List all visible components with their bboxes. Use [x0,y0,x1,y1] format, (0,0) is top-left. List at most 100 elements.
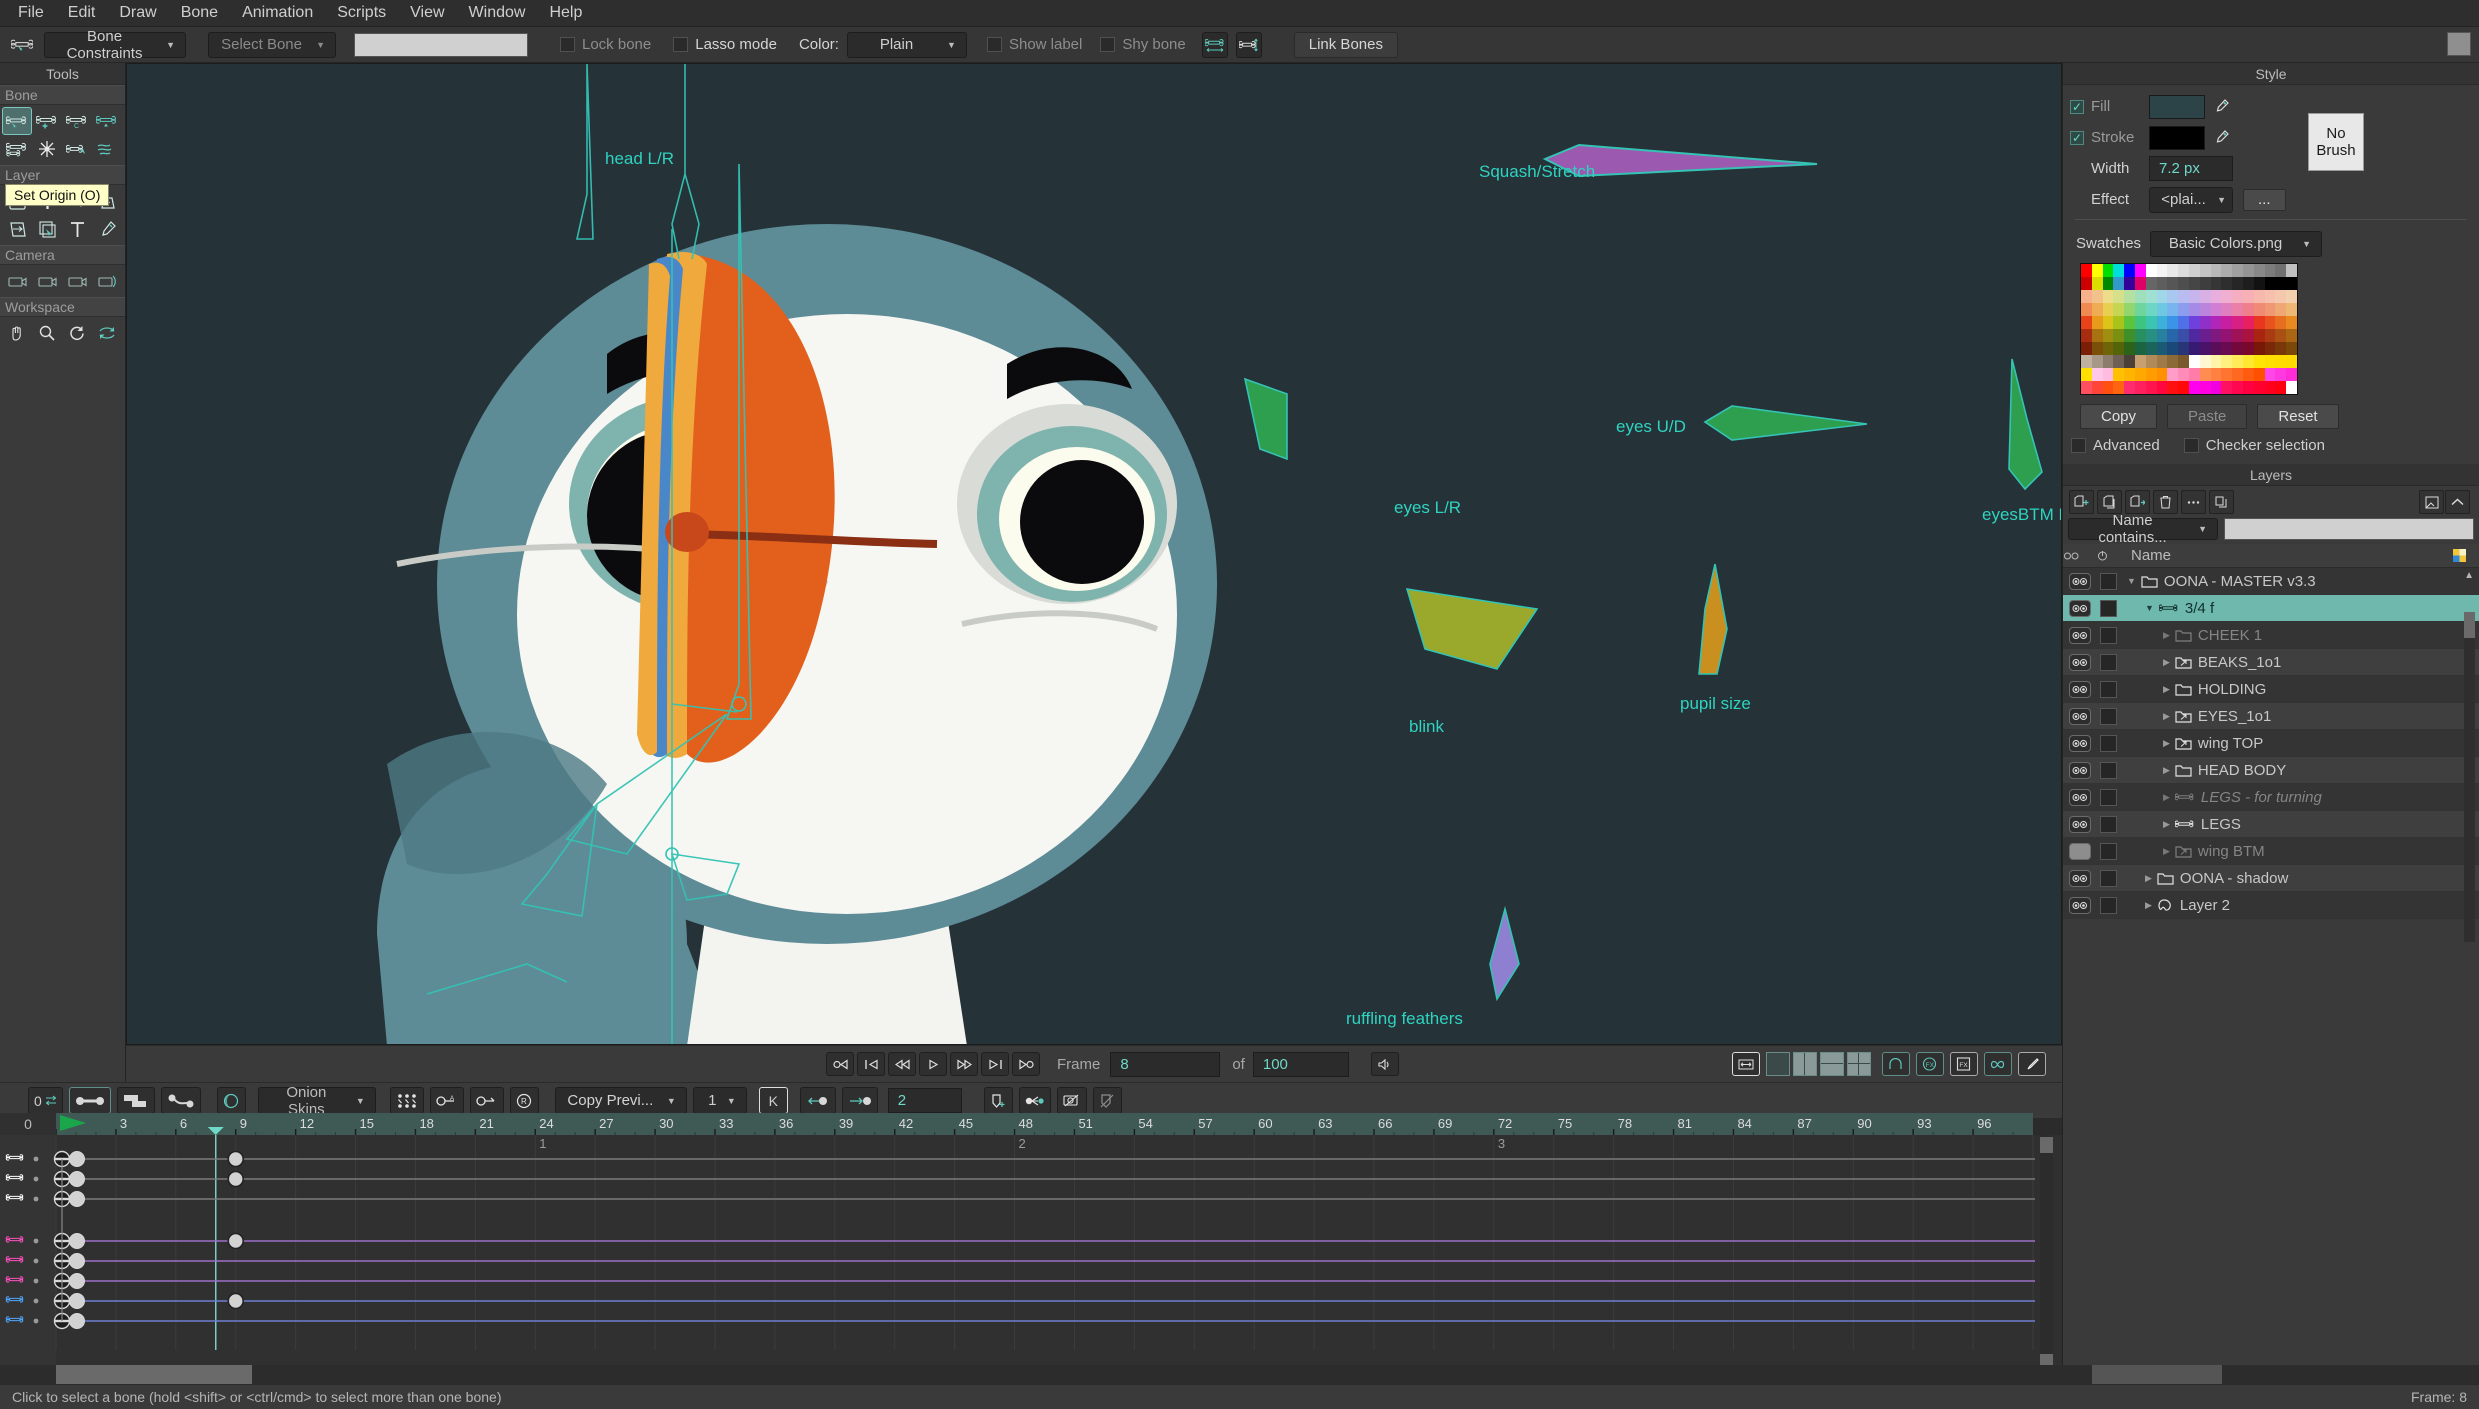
color-swatch[interactable] [2221,264,2232,277]
copy-count-select[interactable]: 1 ▼ [693,1087,747,1114]
color-swatch[interactable] [2135,381,2146,394]
color-swatch[interactable] [2157,381,2168,394]
more-icon[interactable] [2181,490,2206,514]
color-swatch[interactable] [2189,290,2200,303]
key-step-input[interactable]: 2 [888,1088,962,1113]
reset-style-button[interactable]: Reset [2257,404,2338,429]
layer-lock-toggle[interactable] [2100,681,2117,698]
color-swatch[interactable] [2157,316,2168,329]
color-swatch[interactable] [2146,329,2157,342]
color-swatch[interactable] [2286,316,2297,329]
color-swatch[interactable] [2211,355,2222,368]
layer-visibility-toggle[interactable] [2069,762,2091,779]
prev-key-icon[interactable] [800,1087,836,1114]
color-swatch[interactable] [2157,277,2168,290]
link-bones-button[interactable]: Link Bones [1294,32,1398,58]
color-swatch[interactable] [2113,329,2124,342]
bezier-icon[interactable] [1882,1052,1910,1076]
fill-checkbox[interactable]: ✓ [2070,100,2084,114]
color-swatch[interactable] [2275,329,2286,342]
chevron-right-icon[interactable]: ▶ [2163,711,2170,722]
color-swatch[interactable] [2135,355,2146,368]
single-view-icon[interactable] [1766,1052,1790,1076]
color-swatch[interactable] [2265,381,2276,394]
chevron-right-icon[interactable]: ▶ [2163,657,2170,668]
color-swatch[interactable] [2200,290,2211,303]
color-swatch[interactable] [2243,277,2254,290]
play-back-icon[interactable] [888,1052,916,1076]
onion-skins-select[interactable]: Onion Skins ▼ [258,1087,376,1114]
color-swatch[interactable] [2275,290,2286,303]
menu-item-file[interactable]: File [6,1,56,25]
color-swatch[interactable] [2103,355,2114,368]
brush-icon[interactable] [2018,1052,2046,1076]
layer-row[interactable]: ▶BEAKS_1o1 [2063,649,2479,676]
color-swatch[interactable] [2092,342,2103,355]
bone-channel-icon[interactable] [69,1087,111,1114]
layer-row[interactable]: ▶HEAD BODY [2063,757,2479,784]
color-swatch[interactable] [2265,303,2276,316]
color-swatch[interactable] [2103,290,2114,303]
color-swatch[interactable] [2092,290,2103,303]
bone-name-input[interactable] [354,33,528,57]
color-swatch[interactable] [2092,355,2103,368]
color-swatch[interactable] [2103,329,2114,342]
color-swatch[interactable] [2221,329,2232,342]
color-swatch[interactable] [2200,381,2211,394]
shy-bone-checkbox[interactable]: Shy bone [1100,36,1185,53]
color-swatch[interactable] [2113,290,2124,303]
reset-view-icon[interactable] [92,319,122,347]
new-group-icon[interactable] [2125,490,2150,514]
color-swatch[interactable] [2211,303,2222,316]
color-swatch[interactable] [2135,329,2146,342]
layer-visibility-toggle[interactable] [2069,735,2091,752]
color-swatch[interactable] [2135,264,2146,277]
layer-row[interactable]: ▶OONA - shadow [2063,865,2479,892]
layer-visibility-toggle[interactable] [2069,870,2091,887]
show-label-checkbox[interactable]: Show label [987,36,1082,53]
layer-visibility-toggle[interactable] [2069,681,2091,698]
duplicate-layer-icon[interactable] [2097,490,2122,514]
toolbar-overflow-button[interactable] [2447,32,2471,56]
color-swatch[interactable] [2189,264,2200,277]
color-swatch[interactable] [2265,329,2276,342]
rewind-to-start-icon[interactable] [826,1052,854,1076]
color-swatch[interactable] [2265,368,2276,381]
layer-lock-toggle[interactable] [2100,600,2117,617]
layer-lock-toggle[interactable] [2100,816,2117,833]
layer-row[interactable]: ▶LEGS [2063,811,2479,838]
chevron-down-icon[interactable]: ▼ [2127,576,2136,586]
color-swatch[interactable] [2092,303,2103,316]
text-tool-icon[interactable] [62,215,92,243]
color-swatch[interactable] [2146,316,2157,329]
color-swatch[interactable] [2275,368,2286,381]
layer-lock-toggle[interactable] [2100,708,2117,725]
layer-row[interactable]: ▼3/4 f [2063,595,2479,622]
color-swatch[interactable] [2167,381,2178,394]
color-swatch[interactable] [2124,290,2135,303]
color-swatch[interactable] [2275,277,2286,290]
frame-counter-display[interactable]: 0 [28,1087,63,1114]
camera-key-icon[interactable] [1057,1087,1087,1114]
color-swatch[interactable] [2254,342,2265,355]
key-add-icon[interactable]: A [430,1087,464,1114]
color-swatch[interactable] [2232,381,2243,394]
layer-comp-icon[interactable] [2419,490,2444,514]
color-swatch[interactable] [2232,290,2243,303]
color-swatch[interactable] [2211,316,2222,329]
layer-select-icon[interactable] [32,215,62,243]
curve-channel-icon[interactable] [161,1087,201,1114]
delete-layer-icon[interactable] [2153,490,2178,514]
color-swatch[interactable] [2286,329,2297,342]
color-swatch[interactable] [2157,342,2168,355]
color-swatch[interactable] [2286,381,2297,394]
color-swatch[interactable] [2243,303,2254,316]
color-swatch[interactable] [2081,329,2092,342]
stroke-width-input[interactable]: 7.2 px [2149,156,2233,181]
color-swatch[interactable] [2092,381,2103,394]
color-swatch[interactable] [2232,303,2243,316]
color-swatch[interactable] [2081,264,2092,277]
menu-item-scripts[interactable]: Scripts [325,1,398,25]
bone-add-icon[interactable] [32,107,62,135]
color-swatch[interactable] [2189,277,2200,290]
